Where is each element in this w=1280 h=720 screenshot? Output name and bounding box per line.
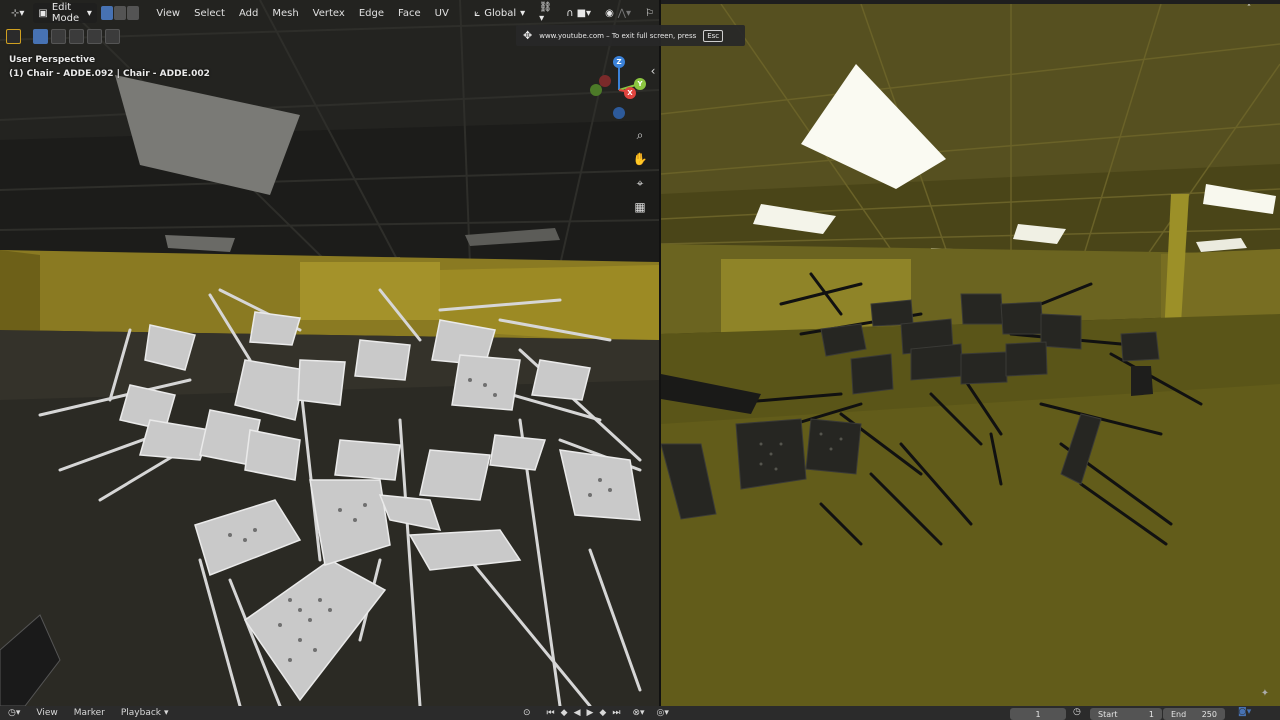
gizmo-neg-y-axis[interactable] bbox=[590, 84, 602, 96]
prev-key-icon[interactable]: ◆ bbox=[561, 708, 568, 718]
timeline-bar: ◷▾ View Marker Playback ▾ ⊙ ⏮ ◆ ◀ ▶ ◆ ⏭ … bbox=[0, 706, 1280, 720]
pan-hand-icon[interactable]: ✋ bbox=[631, 150, 649, 168]
start-frame-field[interactable]: Start 1 bbox=[1090, 708, 1162, 720]
falloff-icon: ⋀▾ bbox=[617, 7, 632, 19]
object-label: (1) Chair - ADDE.092 | Chair - ADDE.002 bbox=[9, 69, 210, 79]
proportional-edit-toggle[interactable]: ◉ ⋀▾ bbox=[600, 3, 636, 23]
perspective-label: User Perspective bbox=[9, 55, 96, 65]
gizmo-neg-z-axis[interactable] bbox=[613, 107, 625, 119]
jump-end-icon[interactable]: ⏭ bbox=[612, 708, 620, 718]
move-icon: ✥ bbox=[523, 29, 533, 42]
select-extend-icon[interactable] bbox=[51, 29, 66, 44]
left-viewport-scene bbox=[0, 0, 659, 706]
playback-label: Playback bbox=[120, 708, 162, 718]
left-viewport[interactable]: ⊹▾ ▣ Edit Mode ▾ View Select Add Mesh Ve… bbox=[0, 0, 659, 706]
right-viewport-scene bbox=[661, 4, 1280, 706]
next-key-icon[interactable]: ◆ bbox=[599, 708, 606, 718]
timeline-menu-view[interactable]: View bbox=[28, 706, 65, 720]
editor-type-dropdown[interactable]: ⊹▾ bbox=[6, 3, 29, 23]
mode-dropdown-label: Edit Mode bbox=[51, 2, 80, 24]
chevron-down-icon: ▾ bbox=[164, 708, 169, 718]
vertex-select-button[interactable] bbox=[100, 6, 113, 20]
timeline-editor-dropdown[interactable]: ◷▾ bbox=[0, 706, 28, 720]
menu-vertex[interactable]: Vertex bbox=[308, 3, 350, 23]
menu-mesh[interactable]: Mesh bbox=[267, 3, 303, 23]
gizmo-y-axis[interactable]: Y bbox=[634, 78, 646, 90]
magnet-icon: ∩ bbox=[566, 7, 574, 19]
viewport-header: ⊹▾ ▣ Edit Mode ▾ View Select Add Mesh Ve… bbox=[0, 0, 659, 26]
menu-select[interactable]: Select bbox=[189, 3, 230, 23]
orientation-dropdown[interactable]: ⟀ Global ▾ bbox=[469, 3, 530, 23]
auto-key-icon[interactable]: ◎▾ bbox=[657, 708, 669, 718]
jump-start-icon[interactable]: ⏮ bbox=[547, 708, 555, 718]
menu-uv[interactable]: UV bbox=[430, 3, 454, 23]
menu-view[interactable]: View bbox=[151, 3, 185, 23]
right-viewport-render[interactable]: ˄ ✦ bbox=[661, 4, 1280, 706]
watermark-icon: ✦ bbox=[1260, 687, 1270, 699]
tool-subbar bbox=[6, 27, 120, 46]
orientation-icon: ⟀ bbox=[474, 7, 481, 19]
properties-icon[interactable]: ◙▾ bbox=[1238, 707, 1251, 717]
edit-mode-icon: ▣ bbox=[38, 7, 48, 19]
blender-window: ⊹▾ ▣ Edit Mode ▾ View Select Add Mesh Ve… bbox=[0, 0, 1280, 720]
gizmo-z-axis[interactable]: Z bbox=[613, 56, 625, 68]
sidebar-toggle-icon[interactable]: ˄ bbox=[1244, 4, 1254, 14]
end-value: 250 bbox=[1201, 709, 1217, 719]
record-icon[interactable]: ⊙ bbox=[523, 708, 531, 718]
orientation-label: Global bbox=[484, 7, 517, 19]
esc-key-label: Esc bbox=[703, 29, 724, 42]
select-mode-group bbox=[100, 6, 139, 20]
fullscreen-notice-text: www.youtube.com – To exit full screen, p… bbox=[539, 31, 697, 40]
chevron-down-icon: ▾ bbox=[86, 7, 92, 19]
start-label: Start bbox=[1098, 709, 1118, 719]
overlay-icon: ⚐ bbox=[645, 7, 654, 19]
grid-icon[interactable]: ▦ bbox=[631, 198, 649, 216]
select-intersect-icon[interactable] bbox=[105, 29, 120, 44]
fullscreen-notice: ✥ www.youtube.com – To exit full screen,… bbox=[516, 25, 745, 46]
play-reverse-icon[interactable]: ◀ bbox=[574, 708, 581, 718]
select-subtract-icon[interactable] bbox=[69, 29, 84, 44]
clock-icon: ◷▾ bbox=[8, 708, 21, 718]
mode-dropdown[interactable]: ▣ Edit Mode ▾ bbox=[33, 2, 97, 24]
pivot-dropdown[interactable]: ⛓▾ bbox=[534, 2, 557, 24]
end-frame-field[interactable]: End 250 bbox=[1163, 708, 1225, 720]
start-value: 1 bbox=[1148, 709, 1154, 719]
snap-toggle[interactable]: ∩ ■▾ bbox=[561, 3, 596, 23]
timeline-menu-playback[interactable]: Playback ▾ bbox=[113, 706, 177, 720]
chevron-down-icon: ▾ bbox=[520, 7, 526, 19]
end-label: End bbox=[1171, 709, 1187, 719]
face-select-button[interactable] bbox=[126, 6, 139, 20]
select-new-icon[interactable] bbox=[33, 29, 48, 44]
camera-icon[interactable]: ⌖ bbox=[631, 174, 649, 192]
overlay-toggle[interactable]: ⚐ bbox=[640, 3, 659, 23]
menu-add[interactable]: Add bbox=[234, 3, 263, 23]
current-frame-field[interactable]: 1 bbox=[1010, 708, 1066, 720]
gizmo-x-axis[interactable]: X bbox=[624, 87, 636, 99]
clock-icon[interactable]: ◷ bbox=[1073, 707, 1081, 717]
select-invert-icon[interactable] bbox=[87, 29, 102, 44]
editor-type-icon: ⊹▾ bbox=[11, 7, 25, 19]
navigation-gizmo[interactable]: Z Y X bbox=[586, 54, 650, 122]
edge-select-button[interactable] bbox=[113, 6, 126, 20]
proportional-edit-icon: ◉ bbox=[605, 7, 614, 19]
menu-edge[interactable]: Edge bbox=[354, 3, 389, 23]
sidebar-toggle-icon[interactable]: ‹ bbox=[648, 62, 658, 80]
play-icon[interactable]: ▶ bbox=[587, 708, 594, 718]
snap-target-icon: ■▾ bbox=[576, 7, 592, 19]
link-icon: ⛓▾ bbox=[539, 2, 552, 24]
menu-face[interactable]: Face bbox=[393, 3, 426, 23]
select-tool-icon[interactable] bbox=[6, 29, 21, 44]
zoom-icon[interactable]: ⌕ bbox=[631, 126, 649, 144]
keying-icon[interactable]: ⊗▾ bbox=[632, 708, 644, 718]
timeline-menu-marker[interactable]: Marker bbox=[66, 706, 113, 720]
gizmo-neg-x-axis[interactable] bbox=[599, 75, 611, 87]
playback-controls: ⊙ ⏮ ◆ ◀ ▶ ◆ ⏭ ⊗▾ ◎▾ bbox=[523, 706, 669, 720]
